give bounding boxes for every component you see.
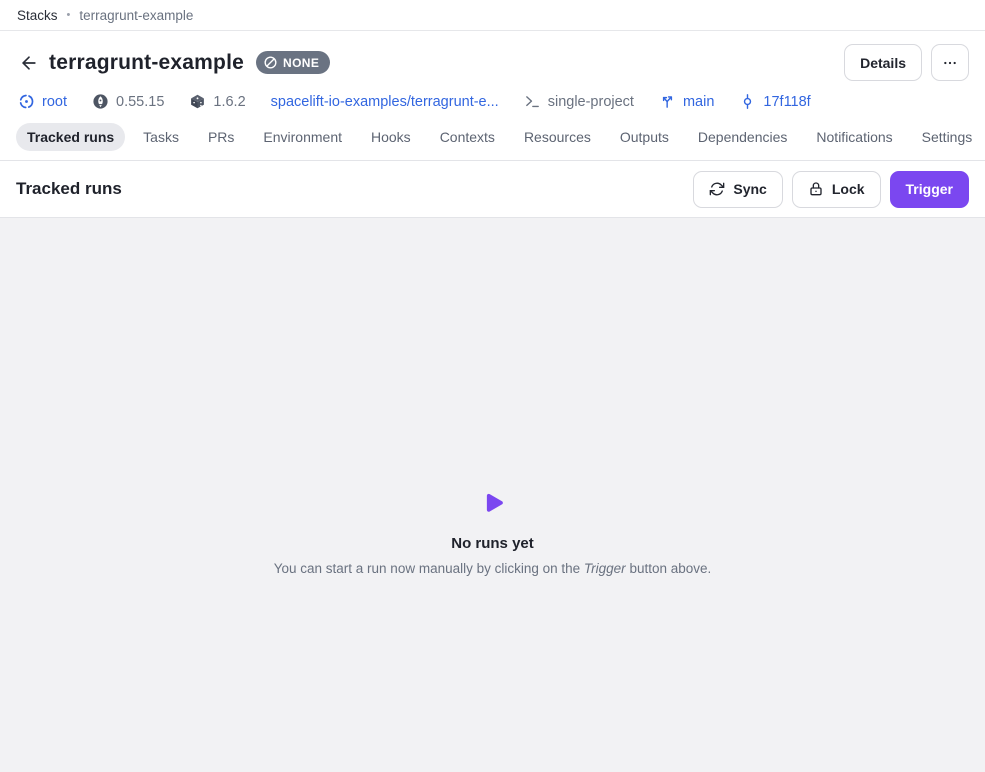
tracked-runs-content: No runs yet You can start a run now manu… [0,218,985,772]
git-commit-icon [739,93,756,110]
play-icon [479,490,506,517]
sync-button-label: Sync [733,181,766,197]
badge-label: NONE [283,56,319,70]
page-title: terragrunt-example [49,51,244,75]
breadcrumb: Stacks • terragrunt-example [0,0,985,31]
tab-resources[interactable]: Resources [513,123,602,151]
runner-version: 0.55.15 [92,93,164,110]
breadcrumb-current: terragrunt-example [79,8,193,23]
branch-name: main [683,94,714,110]
tool-version: 1.6.2 [189,93,245,110]
lock-button[interactable]: Lock [792,171,881,208]
stack-meta-row: root 0.55.15 1.6.2 spacelift-io-examples… [18,93,969,110]
empty-state: No runs yet You can start a run now manu… [274,490,712,576]
tab-outputs[interactable]: Outputs [609,123,680,151]
empty-state-description-emphasis: Trigger [584,561,626,576]
tab-contexts[interactable]: Contexts [429,123,506,151]
lock-button-label: Lock [832,181,865,197]
slashed-circle-icon [263,55,278,70]
tab-notifications[interactable]: Notifications [805,123,903,151]
tool-version-value: 1.6.2 [213,94,245,110]
tab-hooks[interactable]: Hooks [360,123,422,151]
sync-icon [709,181,725,197]
tab-tasks[interactable]: Tasks [132,123,190,151]
runner-version-value: 0.55.15 [116,94,164,110]
stack-tabs: Tracked runs Tasks PRs Environment Hooks… [16,123,969,160]
trigger-button[interactable]: Trigger [890,171,969,208]
tab-prs[interactable]: PRs [197,123,245,151]
space-link[interactable]: root [18,93,67,110]
space-name: root [42,94,67,110]
commit-sha: 17f118f [763,94,810,110]
stack-header: terragrunt-example NONE Details root 0. [0,31,985,161]
cube-dice-icon [189,93,206,110]
title-row: terragrunt-example NONE Details [16,44,969,81]
repository-link[interactable]: spacelift-io-examples/terragrunt-e... [271,94,499,110]
repository-name: spacelift-io-examples/terragrunt-e... [271,94,499,110]
back-button[interactable] [16,50,42,76]
empty-state-title: No runs yet [274,535,712,552]
commit-link[interactable]: 17f118f [739,93,810,110]
section-bar: Tracked runs Sync Lock Trigger [0,161,985,218]
project-root: single-project [524,93,634,110]
branch-link[interactable]: main [659,93,714,110]
details-button[interactable]: Details [844,44,922,81]
section-title: Tracked runs [16,179,122,199]
tab-environment[interactable]: Environment [252,123,353,151]
tab-tracked-runs[interactable]: Tracked runs [16,123,125,151]
sync-button[interactable]: Sync [693,171,782,208]
more-actions-button[interactable] [931,44,969,81]
runner-image-icon [92,93,109,110]
git-branch-icon [659,93,676,110]
worker-pool-badge: NONE [256,51,330,74]
tab-dependencies[interactable]: Dependencies [687,123,799,151]
project-root-value: single-project [548,94,634,110]
empty-state-description-suffix: button above. [626,561,712,576]
breadcrumb-stacks-link[interactable]: Stacks [17,8,58,23]
ellipsis-icon [942,55,958,71]
space-icon [18,93,35,110]
empty-state-description-prefix: You can start a run now manually by clic… [274,561,584,576]
lock-icon [808,181,824,197]
empty-state-description: You can start a run now manually by clic… [274,561,712,576]
tab-settings[interactable]: Settings [911,123,984,151]
breadcrumb-separator: • [67,9,71,21]
arrow-left-icon [19,53,39,73]
terminal-icon [524,93,541,110]
